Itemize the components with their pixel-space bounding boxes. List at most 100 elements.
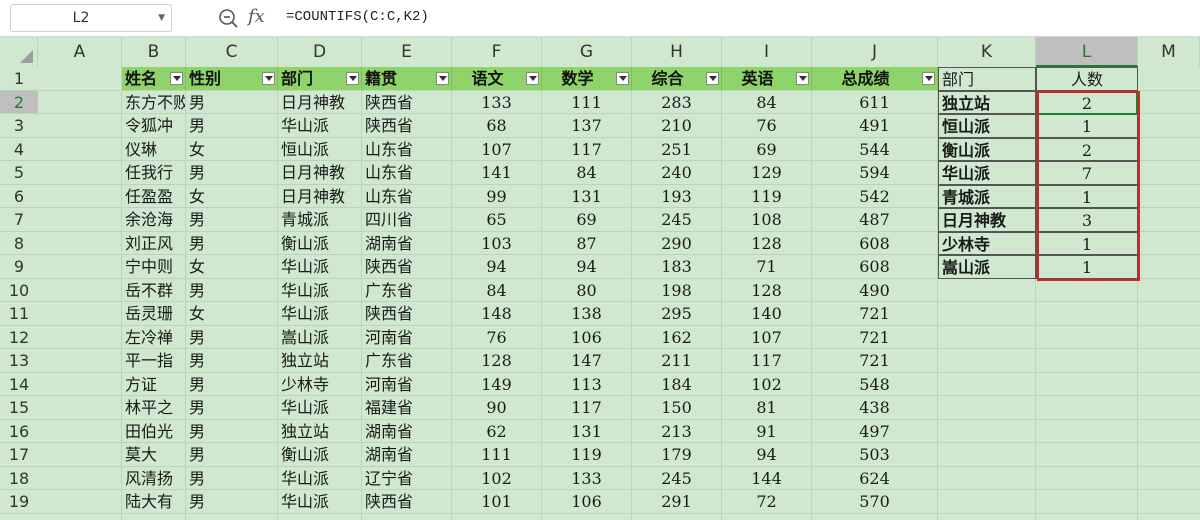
table-cell[interactable]: 138: [542, 302, 632, 326]
table-cell[interactable]: 179: [632, 443, 722, 467]
summary-count-cell[interactable]: 3: [1036, 208, 1138, 232]
table-cell[interactable]: 148: [452, 302, 542, 326]
select-all-corner[interactable]: [0, 37, 38, 67]
table-cell[interactable]: 东方不败: [122, 90, 186, 114]
table-cell[interactable]: 男: [186, 278, 278, 302]
summary-header-cell[interactable]: 部门: [938, 67, 1036, 91]
table-cell[interactable]: 男: [186, 443, 278, 467]
filter-dropdown-icon[interactable]: [796, 72, 809, 85]
table-cell[interactable]: 陕西省: [362, 302, 452, 326]
row-header-13[interactable]: 13: [0, 349, 38, 373]
summary-dept-cell[interactable]: 恒山派: [938, 114, 1036, 138]
row-header-5[interactable]: 5: [0, 161, 38, 185]
filter-dropdown-icon[interactable]: [262, 72, 275, 85]
table-header-cell[interactable]: 籍贯: [362, 67, 452, 91]
table-cell[interactable]: 107: [452, 137, 542, 161]
table-cell[interactable]: 245: [632, 466, 722, 490]
column-header-g[interactable]: G: [542, 37, 632, 67]
table-cell[interactable]: 721: [812, 325, 938, 349]
table-cell[interactable]: 山东省: [362, 137, 452, 161]
table-cell[interactable]: 日月神教: [278, 161, 362, 185]
table-cell[interactable]: 84: [452, 278, 542, 302]
table-cell[interactable]: 490: [812, 278, 938, 302]
table-cell[interactable]: 令狐冲: [122, 114, 186, 138]
table-cell[interactable]: 广东省: [362, 349, 452, 373]
table-cell[interactable]: 女: [186, 184, 278, 208]
table-cell[interactable]: 任盈盈: [122, 184, 186, 208]
column-header-k[interactable]: K: [938, 37, 1036, 67]
table-cell[interactable]: 岳不群: [122, 278, 186, 302]
table-cell[interactable]: 438: [812, 396, 938, 420]
table-header-cell[interactable]: 姓名: [122, 67, 186, 91]
table-cell[interactable]: 542: [812, 184, 938, 208]
table-cell[interactable]: 女: [186, 302, 278, 326]
summary-dept-cell[interactable]: 衡山派: [938, 137, 1036, 161]
table-cell[interactable]: 广东省: [362, 278, 452, 302]
table-cell[interactable]: 290: [632, 231, 722, 255]
table-cell[interactable]: 548: [812, 372, 938, 396]
table-cell[interactable]: 94: [542, 255, 632, 279]
table-cell[interactable]: 611: [812, 90, 938, 114]
table-cell[interactable]: 193: [632, 184, 722, 208]
table-cell[interactable]: 男: [186, 490, 278, 514]
table-header-cell[interactable]: 英语: [722, 67, 812, 91]
table-cell[interactable]: 宁中则: [122, 255, 186, 279]
filter-dropdown-icon[interactable]: [922, 72, 935, 85]
table-cell[interactable]: 94: [722, 443, 812, 467]
table-cell[interactable]: 风清扬: [122, 466, 186, 490]
column-header-i[interactable]: I: [722, 37, 812, 67]
table-cell[interactable]: 133: [542, 466, 632, 490]
table-cell[interactable]: 119: [542, 443, 632, 467]
summary-dept-cell[interactable]: 独立站: [938, 90, 1036, 114]
table-cell[interactable]: 503: [812, 443, 938, 467]
table-cell[interactable]: 仪琳: [122, 137, 186, 161]
table-cell[interactable]: 71: [722, 255, 812, 279]
table-cell[interactable]: 128: [722, 278, 812, 302]
table-cell[interactable]: 陕西省: [362, 490, 452, 514]
table-cell[interactable]: 487: [812, 208, 938, 232]
table-cell[interactable]: 男: [186, 349, 278, 373]
table-cell[interactable]: 291: [632, 490, 722, 514]
table-header-cell[interactable]: 数学: [542, 67, 632, 91]
row-header-10[interactable]: 10: [0, 279, 38, 302]
table-cell[interactable]: 独立站: [278, 419, 362, 443]
table-cell[interactable]: 90: [452, 396, 542, 420]
row-header-16[interactable]: 16: [0, 420, 38, 443]
table-cell[interactable]: 华山派: [278, 490, 362, 514]
summary-count-cell[interactable]: 2: [1036, 137, 1138, 161]
chevron-down-icon[interactable]: ▼: [158, 5, 165, 31]
table-cell[interactable]: 81: [722, 396, 812, 420]
column-header-m[interactable]: M: [1138, 37, 1200, 67]
table-cell[interactable]: 平一指: [122, 349, 186, 373]
table-cell[interactable]: 117: [542, 137, 632, 161]
column-header-b[interactable]: B: [122, 37, 186, 67]
table-cell[interactable]: 独立站: [278, 349, 362, 373]
table-cell[interactable]: 山东省: [362, 184, 452, 208]
column-header-h[interactable]: H: [632, 37, 722, 67]
table-cell[interactable]: 山东省: [362, 161, 452, 185]
table-header-cell[interactable]: 部门: [278, 67, 362, 91]
table-cell[interactable]: 117: [542, 396, 632, 420]
table-cell[interactable]: 日月神教: [278, 90, 362, 114]
row-header-1[interactable]: 1: [0, 67, 38, 91]
table-header-cell[interactable]: 总成绩: [812, 67, 938, 91]
row-header-4[interactable]: 4: [0, 138, 38, 161]
table-cell[interactable]: 田伯光: [122, 419, 186, 443]
table-cell[interactable]: 嵩山派: [278, 325, 362, 349]
table-cell[interactable]: 衡山派: [278, 231, 362, 255]
table-cell[interactable]: 辽宁省: [362, 466, 452, 490]
table-cell[interactable]: 137: [542, 114, 632, 138]
table-cell[interactable]: 721: [812, 302, 938, 326]
table-cell[interactable]: 河南省: [362, 325, 452, 349]
table-cell[interactable]: 女: [186, 137, 278, 161]
table-cell[interactable]: 128: [452, 349, 542, 373]
table-cell[interactable]: 149: [452, 372, 542, 396]
filter-dropdown-icon[interactable]: [616, 72, 629, 85]
column-header-j[interactable]: J: [812, 37, 938, 67]
table-cell[interactable]: 岳灵珊: [122, 302, 186, 326]
table-cell[interactable]: 129: [722, 161, 812, 185]
table-header-cell[interactable]: 综合: [632, 67, 722, 91]
table-cell[interactable]: 184: [632, 372, 722, 396]
column-header-e[interactable]: E: [362, 37, 452, 67]
row-header-17[interactable]: 17: [0, 443, 38, 467]
